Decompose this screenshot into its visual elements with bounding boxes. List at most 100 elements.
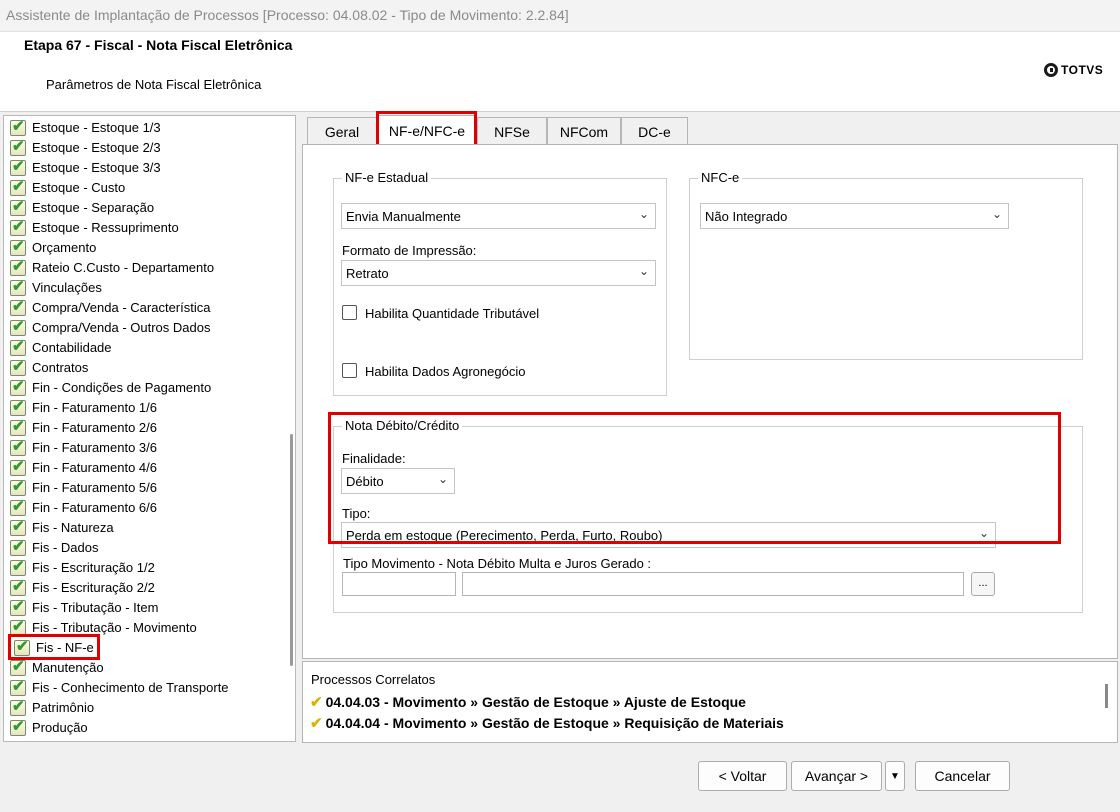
checked-step-icon xyxy=(10,337,26,356)
tab-nfcom[interactable]: NFCom xyxy=(547,117,621,145)
tree-item[interactable]: Fis - Tributação - Item xyxy=(10,597,161,617)
tree-item[interactable]: Produção xyxy=(10,717,91,737)
steps-tree[interactable]: Estoque - Estoque 1/3 Estoque - Estoque 2… xyxy=(3,115,296,742)
tab-dce-label: DC-e xyxy=(638,123,671,140)
tree-item-label: Manutenção xyxy=(32,660,104,675)
nfce-legend: NFC-e xyxy=(698,170,743,185)
tree-item[interactable]: Fin - Faturamento 1/6 xyxy=(10,397,160,417)
tree-item[interactable]: Estoque - Estoque 2/3 xyxy=(10,137,164,157)
nfce-select[interactable]: Não Integrado ⌄ xyxy=(700,203,1009,229)
checked-step-icon xyxy=(10,257,26,276)
checked-step-icon xyxy=(10,657,26,676)
tree-item[interactable]: Estoque - Custo xyxy=(10,177,128,197)
tree-item-label: Fin - Faturamento 1/6 xyxy=(32,400,157,415)
related-title: Processos Correlatos xyxy=(311,672,436,687)
formato-label: Formato de Impressão: xyxy=(342,243,477,258)
totvs-logo: TOTVS xyxy=(1044,63,1103,77)
tree-item[interactable]: Fin - Faturamento 5/6 xyxy=(10,477,160,497)
related-processes: Processos Correlatos ✔ 04.04.03 - Movime… xyxy=(302,661,1118,743)
tipo-mov-code-input[interactable] xyxy=(342,572,456,596)
nfe-estadual-legend: NF-e Estadual xyxy=(342,170,432,185)
checked-step-icon xyxy=(10,137,26,156)
next-menu-button[interactable]: ▼ xyxy=(885,761,905,791)
related-item[interactable]: ✔ 04.04.03 - Movimento » Gestão de Estoq… xyxy=(310,693,746,711)
tree-item[interactable]: Contabilidade xyxy=(10,337,115,357)
tree-item[interactable]: Fis - Conhecimento de Transporte xyxy=(10,677,232,697)
chevron-down-icon: ▼ xyxy=(890,770,900,782)
process-icon: ✔ xyxy=(310,715,323,732)
tree-item[interactable]: Fis - Natureza xyxy=(10,517,117,537)
tree-item-label: Fin - Faturamento 2/6 xyxy=(32,420,157,435)
tipo-mov-label: Tipo Movimento - Nota Débito Multa e Jur… xyxy=(343,556,652,571)
tree-item-label: Estoque - Estoque 3/3 xyxy=(32,160,161,175)
tab-dce[interactable]: DC-e xyxy=(621,117,688,145)
tree-item[interactable]: Fis - Escrituração 1/2 xyxy=(10,557,158,577)
checked-step-icon xyxy=(10,717,26,736)
tree-item-label: Fis - Conhecimento de Transporte xyxy=(32,680,229,695)
nfe-envio-select[interactable]: Envia Manualmente ⌄ xyxy=(341,203,656,229)
tab-geral[interactable]: Geral xyxy=(307,117,377,145)
tree-item-label: Fis - Escrituração 2/2 xyxy=(32,580,155,595)
tab-geral-label: Geral xyxy=(324,123,360,140)
tree-item-label: Fin - Condições de Pagamento xyxy=(32,380,212,395)
formato-select[interactable]: Retrato ⌄ xyxy=(341,260,656,286)
related-item[interactable]: ✔ 04.04.04 - Movimento » Gestão de Estoq… xyxy=(310,714,784,732)
checked-step-icon xyxy=(10,317,26,336)
checked-step-icon xyxy=(10,497,26,516)
tipo-mov-desc-input[interactable] xyxy=(462,572,964,596)
tree-item[interactable]: Fin - Faturamento 4/6 xyxy=(10,457,160,477)
tree-item-label: Fis - NF-e xyxy=(36,640,94,655)
tree-item[interactable]: Compra/Venda - Característica xyxy=(10,297,213,317)
tree-item-label: Patrimônio xyxy=(32,700,95,715)
nfe-estadual-group: NF-e Estadual Envia Manualmente ⌄ Format… xyxy=(333,170,667,396)
tab-body-nfe: NF-e Estadual Envia Manualmente ⌄ Format… xyxy=(302,144,1118,659)
tree-item[interactable]: Orçamento xyxy=(10,237,99,257)
step-subtitle: Parâmetros de Nota Fiscal Eletrônica xyxy=(46,77,262,92)
tree-scrollbar[interactable] xyxy=(290,434,293,666)
checked-step-icon xyxy=(10,357,26,376)
tree-item[interactable]: Fin - Condições de Pagamento xyxy=(10,377,214,397)
chevron-down-icon: ⌄ xyxy=(638,207,649,221)
tree-item[interactable]: Estoque - Ressuprimento xyxy=(10,217,182,237)
tree-item[interactable]: Fin - Faturamento 2/6 xyxy=(10,417,160,437)
agronegocio-checkbox[interactable] xyxy=(342,363,357,378)
checked-step-icon xyxy=(10,697,26,716)
tree-item[interactable]: Vinculações xyxy=(10,277,105,297)
checked-step-icon xyxy=(10,117,26,136)
checked-step-icon xyxy=(14,637,30,656)
tree-item[interactable]: Patrimônio xyxy=(10,697,97,717)
tree-item[interactable]: Fin - Faturamento 3/6 xyxy=(10,437,160,457)
tree-item[interactable]: Fis - Dados xyxy=(10,537,101,557)
step-title: Etapa 67 - Fiscal - Nota Fiscal Eletrôni… xyxy=(24,37,293,53)
tab-nfse[interactable]: NFSe xyxy=(477,117,547,145)
tree-item[interactable]: Manutenção xyxy=(10,657,107,677)
tree-item-label: Fin - Faturamento 4/6 xyxy=(32,460,157,475)
tree-item[interactable]: Estoque - Separação xyxy=(10,197,157,217)
tree-item-label: Vinculações xyxy=(32,280,102,295)
qtd-tributavel-checkbox[interactable] xyxy=(342,305,357,320)
tree-item-label: Fis - Natureza xyxy=(32,520,114,535)
tree-item-label: Produção xyxy=(32,720,88,735)
checked-step-icon xyxy=(10,557,26,576)
next-button[interactable]: Avançar > xyxy=(791,761,882,791)
wizard-footer: < Voltar Avançar > ▼ Cancelar xyxy=(0,745,1120,812)
tree-item[interactable]: Fin - Faturamento 6/6 xyxy=(10,497,160,517)
cancel-button[interactable]: Cancelar xyxy=(915,761,1010,791)
nfce-group: NFC-e Não Integrado ⌄ xyxy=(689,170,1083,360)
tree-item[interactable]: Contratos xyxy=(10,357,91,377)
checked-step-icon xyxy=(10,597,26,616)
tree-item[interactable]: Estoque - Estoque 1/3 xyxy=(10,117,164,137)
tree-item-label: Estoque - Separação xyxy=(32,200,155,215)
checked-step-icon xyxy=(10,397,26,416)
tree-item[interactable]: Compra/Venda - Outros Dados xyxy=(10,317,213,337)
nota-debito-highlight xyxy=(328,412,1061,544)
tree-item-label: Contratos xyxy=(32,360,89,375)
checked-step-icon xyxy=(10,437,26,456)
browse-button[interactable]: ... xyxy=(971,572,995,596)
qtd-tributavel-label: Habilita Quantidade Tributável xyxy=(365,306,540,321)
tree-item[interactable]: Estoque - Estoque 3/3 xyxy=(10,157,164,177)
back-button[interactable]: < Voltar xyxy=(698,761,787,791)
tree-item[interactable]: Rateio C.Custo - Departamento xyxy=(10,257,217,277)
related-scrollbar[interactable] xyxy=(1105,684,1108,708)
tree-item[interactable]: Fis - Escrituração 2/2 xyxy=(10,577,158,597)
